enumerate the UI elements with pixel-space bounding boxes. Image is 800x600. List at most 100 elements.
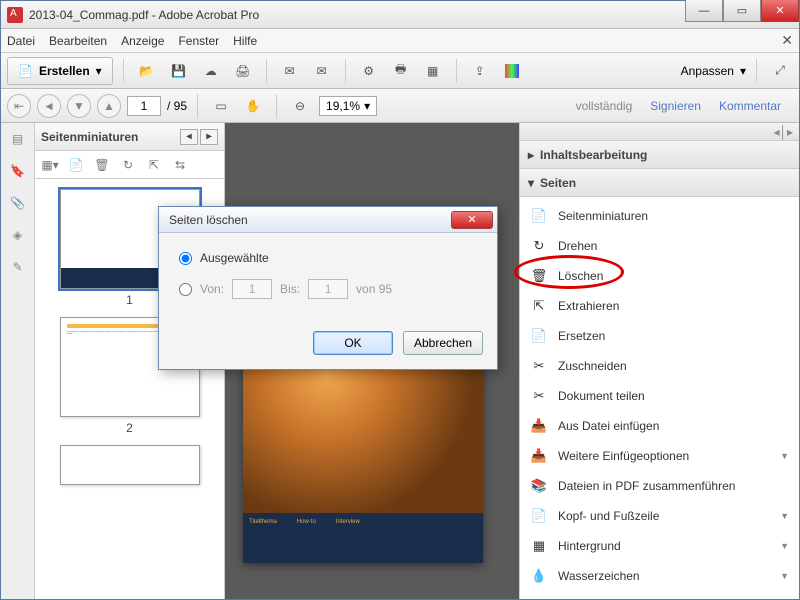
cloud-button[interactable]: ☁ [198, 58, 224, 84]
tools-item-seitenminiaturen[interactable]: 📄Seitenminiaturen [520, 201, 799, 231]
tools-item-l-schen[interactable]: 🗑Löschen [520, 261, 799, 291]
label-to: Bis: [280, 282, 300, 296]
select-tool[interactable]: ▭ [208, 93, 234, 119]
item-label: Extrahieren [558, 299, 619, 313]
printer2-button[interactable]: 🖶 [388, 58, 414, 84]
menubar-close-icon[interactable]: ✕ [781, 32, 793, 49]
window-title: 2013-04_Commag.pdf - Adobe Acrobat Pro [29, 8, 685, 22]
menubar: Datei Bearbeiten Anzeige Fenster Hilfe ✕ [1, 29, 799, 53]
item-label: Hintergrund [558, 539, 621, 553]
tools-item-weitere-einf-geoptionen[interactable]: 📥Weitere Einfügeoptionen▼ [520, 441, 799, 471]
zoom-out-icon: ⊖ [295, 99, 305, 113]
first-page-button[interactable]: ⇤ [7, 94, 31, 118]
comment-link[interactable]: Kommentar [719, 99, 781, 113]
cancel-button[interactable]: Abbrechen [403, 331, 483, 355]
from-input[interactable] [232, 279, 272, 299]
chevron-down-icon: ▼ [780, 541, 789, 551]
open-button[interactable]: 📂 [134, 58, 160, 84]
item-icon: 📄 [530, 207, 548, 225]
tools-item-hintergrund[interactable]: ▦ Hintergrund ▼ [520, 531, 799, 561]
tools-item-drehen[interactable]: ↻Drehen [520, 231, 799, 261]
thumbnails-rail-icon[interactable]: ▤ [8, 129, 28, 149]
section-pages[interactable]: ▾ Seiten [520, 169, 799, 197]
print-button[interactable]: 🖨 [230, 58, 256, 84]
full-link[interactable]: vollständig [576, 99, 633, 113]
export-button[interactable]: ⇪ [467, 58, 493, 84]
page-input[interactable] [127, 96, 161, 116]
gear-icon: ⚙ [363, 64, 374, 78]
item-label: Dokument teilen [558, 389, 645, 403]
item-icon: ✂ [530, 387, 548, 405]
signatures-rail-icon[interactable]: ✎ [8, 257, 28, 277]
email-button[interactable]: ✉ [309, 58, 335, 84]
bookmark-rail-icon[interactable]: 🔖 [8, 161, 28, 181]
thumb-rotate-icon[interactable]: ↻ [119, 156, 137, 174]
close-button[interactable]: ✕ [761, 0, 799, 22]
item-label: Löschen [558, 269, 603, 283]
tools-item-ersetzen[interactable]: 📄Ersetzen [520, 321, 799, 351]
label-selected: Ausgewählte [200, 251, 269, 265]
tools-item-aus-datei-einf-gen[interactable]: 📥Aus Datei einfügen [520, 411, 799, 441]
tools-item-wasserzeichen[interactable]: 💧Wasserzeichen▼ [520, 561, 799, 591]
menu-window[interactable]: Fenster [178, 34, 219, 48]
thumb-delete-icon[interactable]: 🗑 [93, 156, 111, 174]
section-content-editing[interactable]: ▸ Inhaltsbearbeitung [520, 141, 799, 169]
delete-pages-dialog: Seiten löschen ✕ Ausgewählte Von: Bis: v… [158, 206, 498, 370]
thumb-new-icon[interactable]: 📄 [67, 156, 85, 174]
minimize-button[interactable]: — [685, 0, 723, 22]
thumbnails-toolbar: ▦▾ 📄 🗑 ↻ ⇱ ⇆ [35, 151, 224, 179]
item-icon: ▦ [530, 537, 548, 555]
radio-range[interactable] [179, 283, 192, 296]
to-input[interactable] [308, 279, 348, 299]
tools-item-zuschneiden[interactable]: ✂Zuschneiden [520, 351, 799, 381]
maximize-button[interactable]: ▭ [723, 0, 761, 22]
prev-page-button[interactable]: ◄ [37, 94, 61, 118]
item-label: Ersetzen [558, 329, 605, 343]
nav-toolbar: ⇤ ◄ ▼ ▲ / 95 ▭ ✋ ⊖ 19,1%▾ vollständig Si… [1, 89, 799, 123]
layers-rail-icon[interactable]: ◈ [8, 225, 28, 245]
form-button[interactable]: ▦ [420, 58, 446, 84]
radio-selected[interactable] [179, 252, 192, 265]
print2-icon: 🖶 [395, 60, 406, 81]
tools-item-dateien-in-pdf-zusammenf-hren[interactable]: 📚Dateien in PDF zusammenführen [520, 471, 799, 501]
last-page-button[interactable]: ▲ [97, 94, 121, 118]
item-label: Dateien in PDF zusammenführen [558, 479, 735, 493]
color-button[interactable] [499, 58, 525, 84]
thumb-options-icon[interactable]: ▦▾ [41, 156, 59, 174]
tools-item-kopf-und-fu-zeile[interactable]: 📄Kopf- und Fußzeile▼ [520, 501, 799, 531]
zoom-combo[interactable]: 19,1%▾ [319, 96, 377, 116]
tools-item-dokument-teilen[interactable]: ✂ Dokument teilen [520, 381, 799, 411]
thumbnails-title: Seitenminiaturen [41, 130, 138, 144]
tools-item-extrahieren[interactable]: ⇱Extrahieren [520, 291, 799, 321]
fullscreen-button[interactable]: ⤢ [767, 58, 793, 84]
panel-collapse-icon[interactable]: ◂│▸ [773, 125, 793, 139]
item-icon: 📥 [530, 417, 548, 435]
thumb-extract-icon[interactable]: ⇱ [145, 156, 163, 174]
save-button[interactable]: 💾 [166, 58, 192, 84]
cloud-icon: ☁ [205, 64, 217, 78]
folder-open-icon: 📂 [139, 64, 154, 78]
dialog-close-button[interactable]: ✕ [451, 211, 493, 229]
attachment-rail-icon[interactable]: 📎 [8, 193, 28, 213]
sign-link[interactable]: Signieren [650, 99, 701, 113]
ok-button[interactable]: OK [313, 331, 393, 355]
panel-next-button[interactable]: ▸ [200, 129, 218, 145]
create-button[interactable]: 📄 Erstellen ▾ [7, 57, 113, 85]
hand-tool[interactable]: ✋ [240, 93, 266, 119]
next-page-button[interactable]: ▼ [67, 94, 91, 118]
thumb-replace-icon[interactable]: ⇆ [171, 156, 189, 174]
zoom-out-button[interactable]: ⊖ [287, 93, 313, 119]
share-button[interactable]: ✉ [277, 58, 303, 84]
chevron-down-icon: ▼ [780, 571, 789, 581]
thumbnail[interactable] [60, 445, 200, 485]
panel-prev-button[interactable]: ◂ [180, 129, 198, 145]
settings-button[interactable]: ⚙ [356, 58, 382, 84]
item-icon: 📥 [530, 447, 548, 465]
menu-file[interactable]: Datei [7, 34, 35, 48]
print-icon: 🖨 [235, 64, 250, 78]
customize-link[interactable]: Anpassen [681, 64, 734, 78]
menu-edit[interactable]: Bearbeiten [49, 34, 107, 48]
menu-view[interactable]: Anzeige [121, 34, 164, 48]
menu-help[interactable]: Hilfe [233, 34, 257, 48]
item-label: Weitere Einfügeoptionen [558, 449, 689, 463]
